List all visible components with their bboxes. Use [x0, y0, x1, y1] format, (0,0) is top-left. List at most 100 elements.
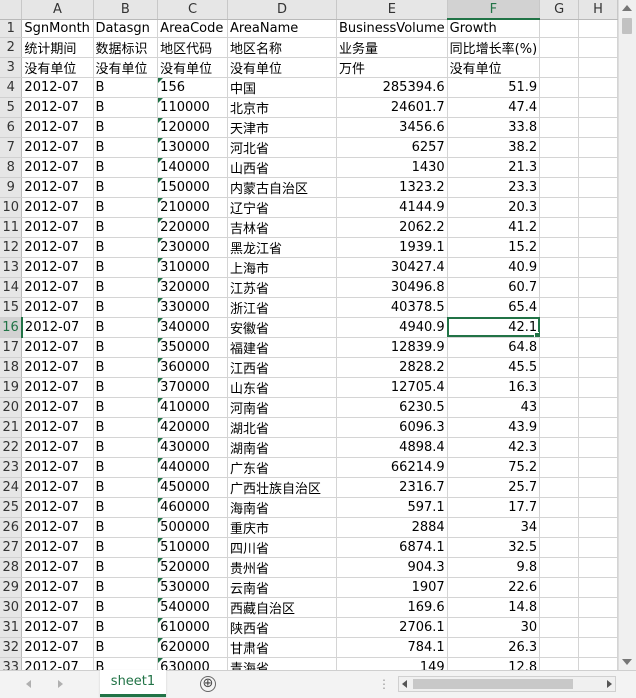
- row-header[interactable]: 11: [0, 217, 23, 238]
- tab-sheet1[interactable]: sheet1: [100, 670, 166, 697]
- cell-c27[interactable]: 510000: [157, 537, 228, 558]
- cell-d26[interactable]: 重庆市: [227, 517, 337, 538]
- cell-a31[interactable]: 2012-07: [21, 617, 94, 638]
- cell-c9[interactable]: 150000: [157, 177, 228, 198]
- cell-e9[interactable]: 1323.2: [336, 177, 448, 198]
- row-header[interactable]: 8: [0, 157, 23, 178]
- cell-f18[interactable]: 45.5: [447, 357, 541, 378]
- cell-a15[interactable]: 2012-07: [21, 297, 94, 318]
- cell-a3[interactable]: 没有单位: [21, 57, 94, 78]
- row-header[interactable]: 25: [0, 497, 23, 518]
- cell-h30[interactable]: [578, 597, 618, 618]
- cell-f11[interactable]: 41.2: [447, 217, 541, 238]
- cell-a26[interactable]: 2012-07: [21, 517, 94, 538]
- cell-b2[interactable]: 数据标识: [93, 37, 159, 58]
- cell-f22[interactable]: 42.3: [447, 437, 541, 458]
- cell-h31[interactable]: [578, 617, 618, 638]
- cell-b17[interactable]: B: [93, 337, 159, 358]
- row-header[interactable]: 17: [0, 337, 23, 358]
- cell-a18[interactable]: 2012-07: [21, 357, 94, 378]
- cell-d5[interactable]: 北京市: [227, 97, 337, 118]
- cell-b18[interactable]: B: [93, 357, 159, 378]
- cell-f27[interactable]: 32.5: [447, 537, 541, 558]
- cell-g7[interactable]: [539, 137, 580, 158]
- cell-g6[interactable]: [539, 117, 580, 138]
- cell-b19[interactable]: B: [93, 377, 159, 398]
- cell-h10[interactable]: [578, 197, 618, 218]
- cell-d22[interactable]: 湖南省: [227, 437, 337, 458]
- row-header[interactable]: 19: [0, 377, 23, 398]
- cell-b4[interactable]: B: [93, 77, 159, 98]
- cell-c28[interactable]: 520000: [157, 557, 228, 578]
- cell-e6[interactable]: 3456.6: [336, 117, 448, 138]
- cell-c7[interactable]: 130000: [157, 137, 228, 158]
- cell-h28[interactable]: [578, 557, 618, 578]
- cell-g8[interactable]: [539, 157, 580, 178]
- cell-h21[interactable]: [578, 417, 618, 438]
- cell-f32[interactable]: 26.3: [447, 637, 541, 658]
- cell-f8[interactable]: 21.3: [447, 157, 541, 178]
- cell-h6[interactable]: [578, 117, 618, 138]
- cell-f25[interactable]: 17.7: [447, 497, 541, 518]
- cell-c13[interactable]: 310000: [157, 257, 228, 278]
- cell-d12[interactable]: 黑龙江省: [227, 237, 337, 258]
- cell-h1[interactable]: [578, 19, 618, 38]
- cell-e1[interactable]: BusinessVolume: [336, 19, 448, 38]
- cell-e2[interactable]: 业务量: [336, 37, 448, 58]
- cell-f24[interactable]: 25.7: [447, 477, 541, 498]
- cell-a20[interactable]: 2012-07: [21, 397, 94, 418]
- cell-b25[interactable]: B: [93, 497, 159, 518]
- row-header[interactable]: 15: [0, 297, 23, 318]
- cell-b8[interactable]: B: [93, 157, 159, 178]
- cell-d8[interactable]: 山西省: [227, 157, 337, 178]
- column-header-h[interactable]: H: [578, 0, 618, 20]
- cell-c16[interactable]: 340000: [157, 317, 228, 338]
- cell-a9[interactable]: 2012-07: [21, 177, 94, 198]
- row-header[interactable]: 33: [0, 657, 23, 670]
- cell-d27[interactable]: 四川省: [227, 537, 337, 558]
- cell-d29[interactable]: 云南省: [227, 577, 337, 598]
- cell-a19[interactable]: 2012-07: [21, 377, 94, 398]
- cell-h11[interactable]: [578, 217, 618, 238]
- column-header-f[interactable]: F: [447, 0, 541, 20]
- row-header[interactable]: 16: [0, 317, 23, 338]
- cell-e14[interactable]: 30496.8: [336, 277, 448, 298]
- cell-e19[interactable]: 12705.4: [336, 377, 448, 398]
- cell-g28[interactable]: [539, 557, 580, 578]
- cell-g18[interactable]: [539, 357, 580, 378]
- tab-splitter-handle[interactable]: ⋮: [378, 678, 390, 690]
- cell-h4[interactable]: [578, 77, 618, 98]
- cell-b5[interactable]: B: [93, 97, 159, 118]
- cell-c26[interactable]: 500000: [157, 517, 228, 538]
- cell-h5[interactable]: [578, 97, 618, 118]
- vertical-scroll-thumb[interactable]: [622, 18, 632, 34]
- cell-a21[interactable]: 2012-07: [21, 417, 94, 438]
- row-header[interactable]: 20: [0, 397, 23, 418]
- cell-c3[interactable]: 没有单位: [157, 57, 228, 78]
- cell-e27[interactable]: 6874.1: [336, 537, 448, 558]
- cell-f6[interactable]: 33.8: [447, 117, 541, 138]
- cell-g1[interactable]: [539, 19, 580, 38]
- cell-f29[interactable]: 22.6: [447, 577, 541, 598]
- cell-h12[interactable]: [578, 237, 618, 258]
- cell-d20[interactable]: 河南省: [227, 397, 337, 418]
- cell-e7[interactable]: 6257: [336, 137, 448, 158]
- cell-h8[interactable]: [578, 157, 618, 178]
- row-header[interactable]: 24: [0, 477, 23, 498]
- cell-b1[interactable]: Datasgn: [93, 19, 159, 38]
- cell-a7[interactable]: 2012-07: [21, 137, 94, 158]
- cell-b30[interactable]: B: [93, 597, 159, 618]
- cell-h18[interactable]: [578, 357, 618, 378]
- cell-a16[interactable]: 2012-07: [21, 317, 94, 338]
- cell-e8[interactable]: 1430: [336, 157, 448, 178]
- cell-f7[interactable]: 38.2: [447, 137, 541, 158]
- spreadsheet-grid[interactable]: ABCDEFGH 1 SgnMonth Datasgn AreaCode AreaNam…: [0, 0, 618, 670]
- cell-c11[interactable]: 220000: [157, 217, 228, 238]
- cell-a24[interactable]: 2012-07: [21, 477, 94, 498]
- cell-a28[interactable]: 2012-07: [21, 557, 94, 578]
- cell-b10[interactable]: B: [93, 197, 159, 218]
- cell-f31[interactable]: 30: [447, 617, 541, 638]
- cell-c32[interactable]: 620000: [157, 637, 228, 658]
- cell-b6[interactable]: B: [93, 117, 159, 138]
- cell-c25[interactable]: 460000: [157, 497, 228, 518]
